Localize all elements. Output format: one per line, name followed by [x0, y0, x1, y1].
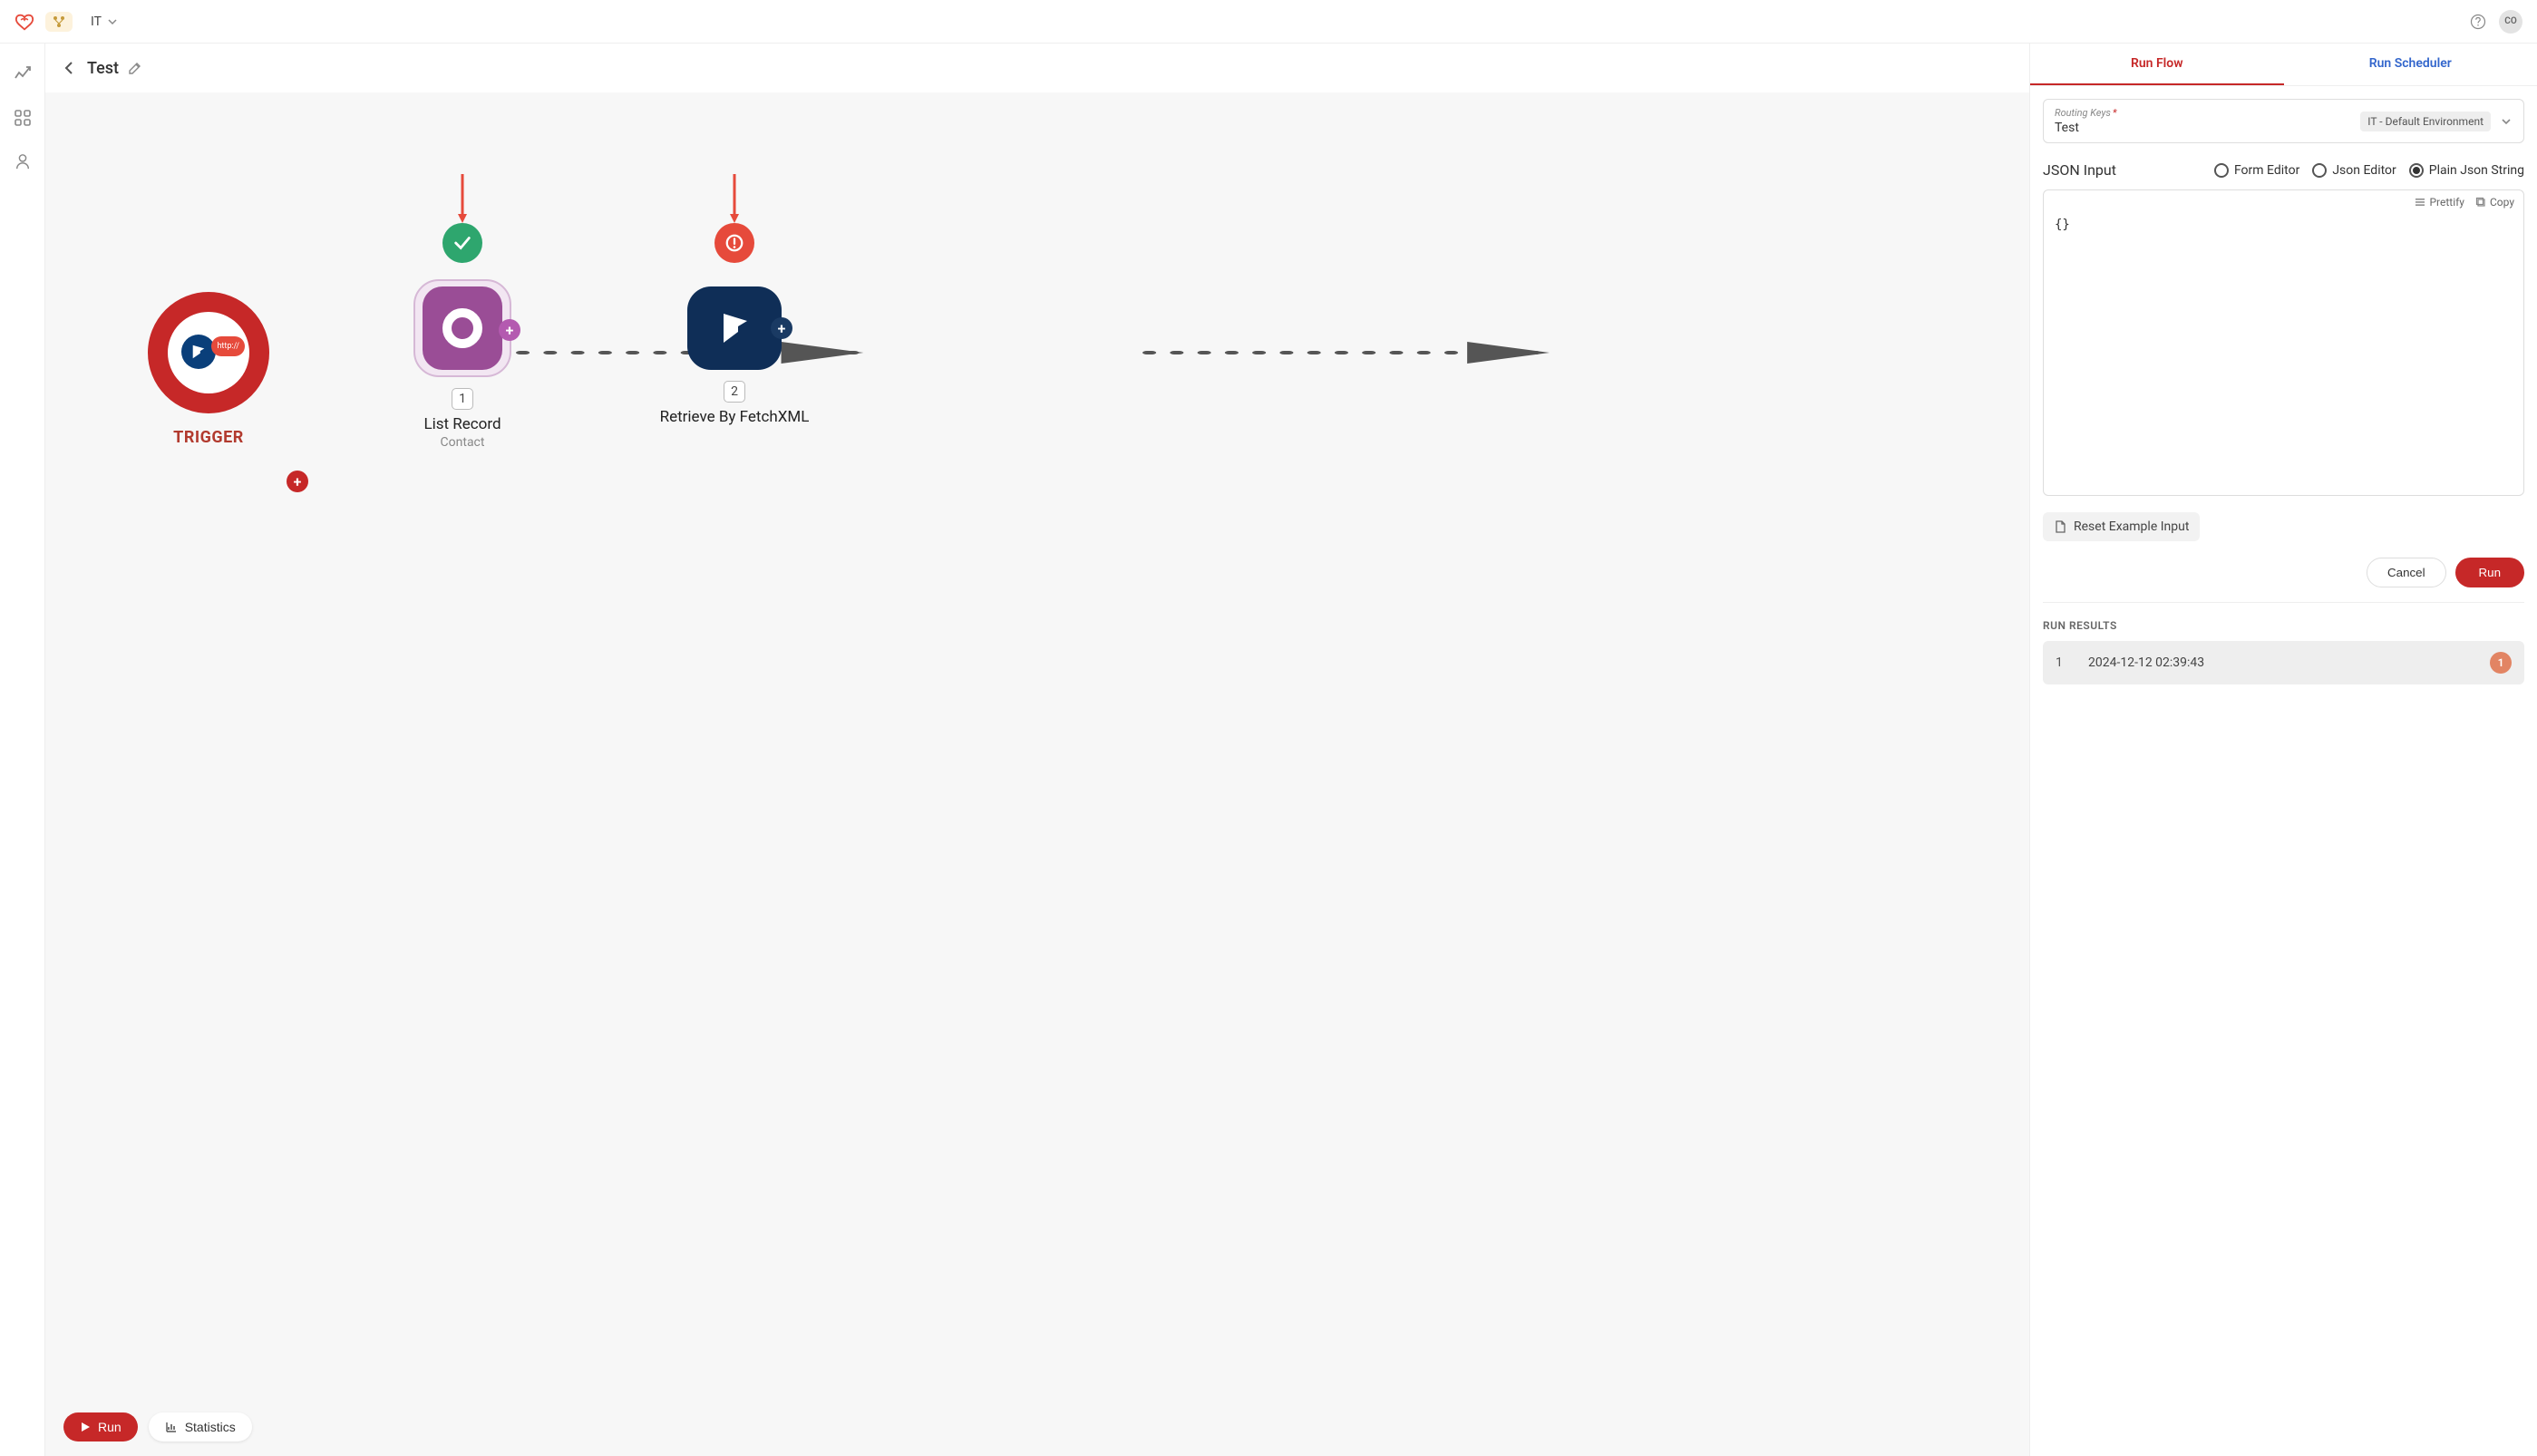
step-title: List Record [363, 415, 562, 433]
record-ring-icon [442, 308, 482, 348]
top-bar: IT CO [0, 0, 2537, 44]
side-rail [0, 44, 45, 1456]
dynamics-icon [181, 335, 216, 369]
chevron-down-icon[interactable] [2500, 115, 2513, 128]
help-icon[interactable] [2470, 14, 2486, 30]
trigger-label: TRIGGER [118, 428, 299, 447]
radio-icon [2214, 163, 2229, 178]
add-step-button[interactable]: + [287, 471, 308, 492]
right-tabs: Run Flow Run Scheduler [2030, 44, 2537, 86]
nav-flows-icon[interactable] [14, 65, 32, 83]
run-results-label: RUN RESULTS [2043, 619, 2524, 632]
right-panel: Run Flow Run Scheduler Routing Keys* Tes… [2029, 44, 2537, 1456]
project-dropdown[interactable]: IT [91, 15, 118, 29]
file-icon [2054, 520, 2066, 533]
environment-tag: IT - Default Environment [2360, 112, 2491, 131]
arrow-down-icon [457, 174, 468, 225]
result-index: 1 [2056, 655, 2066, 670]
edit-icon[interactable] [128, 61, 142, 75]
node-retrieve-fetchxml[interactable]: + 2 Retrieve By FetchXML [635, 279, 834, 426]
routing-label: Routing Keys [2055, 107, 2111, 119]
canvas-run-label: Run [98, 1420, 122, 1434]
prettify-button[interactable]: Prettify [2415, 196, 2464, 209]
run-button[interactable]: Run [2455, 558, 2524, 587]
app-logo [15, 12, 34, 32]
prettify-icon [2415, 197, 2425, 208]
trigger-node[interactable]: http:// + TRIGGER [118, 292, 299, 447]
statistics-label: Statistics [185, 1420, 236, 1434]
user-avatar[interactable]: CO [2499, 10, 2522, 34]
add-after-node-button[interactable]: + [499, 319, 520, 341]
result-timestamp: 2024-12-12 02:39:43 [2088, 655, 2468, 670]
flow-mini-icon [53, 15, 65, 28]
reset-label: Reset Example Input [2074, 519, 2189, 534]
copy-icon [2475, 197, 2486, 208]
nav-users-icon[interactable] [15, 152, 31, 170]
status-error-icon [714, 223, 754, 263]
canvas-pane: Test [45, 44, 2029, 1456]
copy-button[interactable]: Copy [2475, 196, 2514, 209]
step-number: 2 [724, 381, 745, 403]
project-chip [45, 12, 73, 32]
tab-run-scheduler[interactable]: Run Scheduler [2284, 44, 2537, 85]
radio-plain-json[interactable]: Plain Json String [2409, 163, 2524, 178]
json-input-area: Prettify Copy {} [2043, 189, 2524, 496]
step-subtitle: Contact [363, 435, 562, 450]
canvas-body[interactable]: http:// + TRIGGER [45, 92, 2029, 1456]
add-after-node-button[interactable]: + [771, 317, 792, 339]
project-code: IT [91, 15, 102, 29]
routing-value: Test [2055, 121, 2351, 135]
dynamics-logo-icon [716, 310, 753, 346]
radio-icon [2409, 163, 2424, 178]
reset-example-button[interactable]: Reset Example Input [2043, 512, 2200, 541]
play-icon [80, 1422, 91, 1432]
statistics-button[interactable]: Statistics [149, 1412, 252, 1441]
tab-run-flow[interactable]: Run Flow [2030, 44, 2284, 85]
routing-keys-field[interactable]: Routing Keys* Test IT - Default Environm… [2043, 99, 2524, 143]
cancel-button[interactable]: Cancel [2367, 558, 2446, 587]
radio-json-editor[interactable]: Json Editor [2312, 163, 2396, 178]
chart-icon [165, 1421, 178, 1433]
node-list-record[interactable]: + 1 List Record Contact [363, 279, 562, 450]
status-success-icon [442, 223, 482, 263]
result-badge: 1 [2490, 652, 2512, 674]
chevron-down-icon [107, 16, 118, 27]
json-textarea[interactable]: {} [2044, 214, 2523, 495]
json-input-label: JSON Input [2043, 161, 2202, 179]
canvas-title: Test [87, 59, 119, 78]
back-chevron-icon[interactable] [62, 60, 78, 76]
step-title: Retrieve By FetchXML [635, 408, 834, 426]
canvas-run-button[interactable]: Run [63, 1412, 138, 1441]
nav-apps-icon[interactable] [14, 109, 32, 127]
radio-icon [2312, 163, 2327, 178]
http-chip: http:// [211, 336, 245, 356]
run-result-row[interactable]: 1 2024-12-12 02:39:43 1 [2043, 641, 2524, 684]
canvas-header: Test [45, 44, 2029, 92]
radio-form-editor[interactable]: Form Editor [2214, 163, 2299, 178]
arrow-down-icon [729, 174, 740, 225]
step-number: 1 [452, 388, 473, 410]
